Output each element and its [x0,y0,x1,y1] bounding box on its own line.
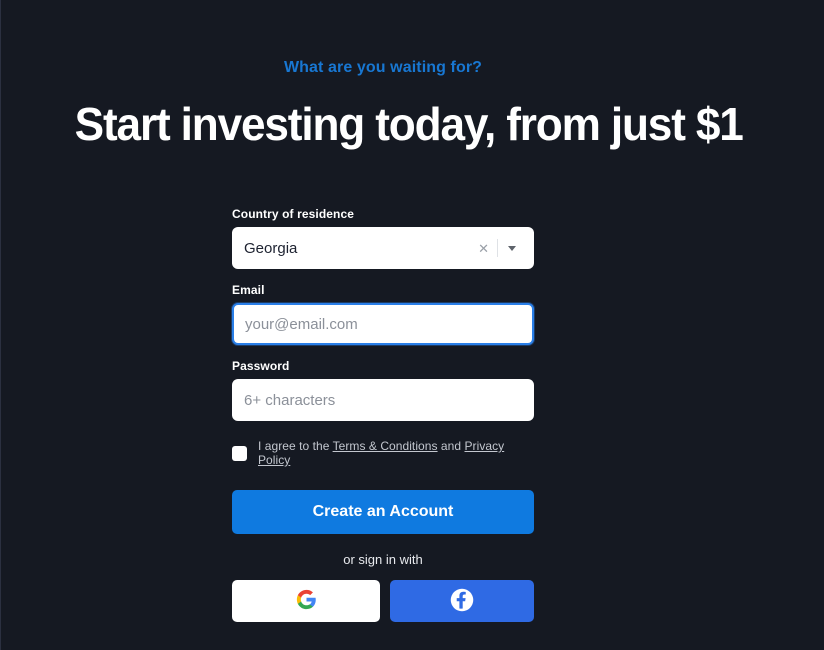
social-divider-text: or sign in with [343,552,423,567]
social-login-row [232,580,534,622]
facebook-f-icon [450,588,474,615]
country-selected-value: Georgia [244,239,298,257]
country-select[interactable]: Georgia ✕ [232,227,534,269]
google-g-icon [296,589,317,613]
password-field-wrapper[interactable]: 6+ characters [232,379,534,421]
terms-text: I agree to the Terms & Conditions and Pr… [258,439,534,467]
page-left-edge [0,0,1,650]
terms-conditions-link[interactable]: Terms & Conditions [333,439,438,453]
terms-agreement-row: I agree to the Terms & Conditions and Pr… [232,439,534,467]
facebook-signin-button[interactable] [390,580,534,622]
page-title: Start investing today, from just $1 [74,98,744,150]
google-signin-button[interactable] [232,580,380,622]
terms-checkbox[interactable] [232,445,247,461]
password-field-label: Password [232,359,290,373]
hero-eyebrow: What are you waiting for? [283,59,483,76]
terms-prefix: I agree to the [258,439,333,453]
create-account-button[interactable]: Create an Account [232,490,534,534]
email-input[interactable]: your@email.com [245,316,521,333]
email-field-label: Email [232,283,265,297]
country-select-controls: ✕ [470,238,522,258]
password-input[interactable]: 6+ characters [244,392,522,409]
signup-form: Country of residence Georgia ✕ Email you… [232,207,534,622]
terms-conjunction: and [437,439,465,453]
email-field-wrapper[interactable]: your@email.com [232,303,534,345]
caret-down-icon[interactable] [498,245,522,251]
close-x-icon[interactable]: ✕ [470,242,497,255]
country-field-label: Country of residence [232,207,355,221]
